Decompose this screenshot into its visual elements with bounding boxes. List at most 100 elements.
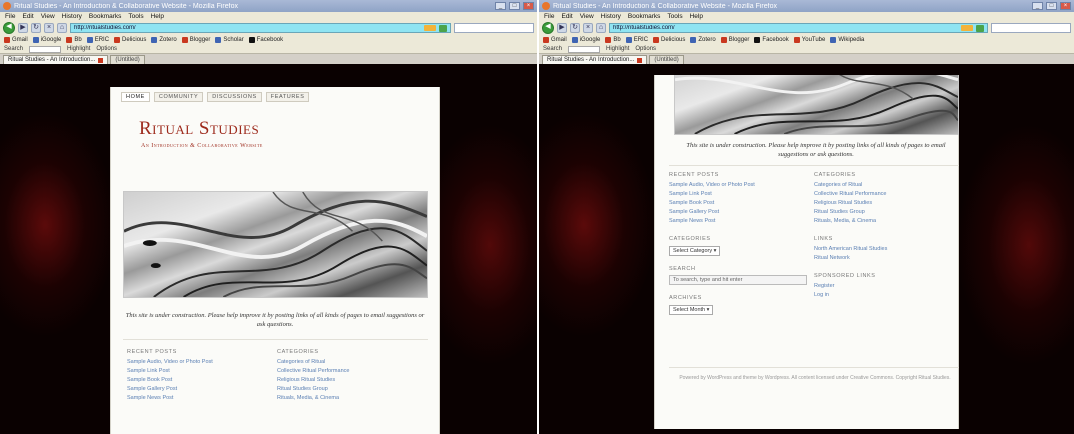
bookmark-igoogle[interactable]: iGoogle xyxy=(571,37,600,43)
minimize-button[interactable]: _ xyxy=(495,2,506,10)
search-input[interactable] xyxy=(454,23,534,33)
bookmark-youtube[interactable]: YouTube xyxy=(793,37,825,43)
forward-icon[interactable]: ▶ xyxy=(18,23,28,33)
bookmark-gmail[interactable]: Gmail xyxy=(543,37,567,43)
category-link[interactable]: Categories of Ritual xyxy=(814,181,959,190)
recent-post-link[interactable]: Sample Gallery Post xyxy=(127,385,277,394)
menu-file[interactable]: File xyxy=(544,13,554,20)
bookmark-facebook[interactable]: Facebook xyxy=(248,37,283,43)
reload-icon[interactable]: ↻ xyxy=(570,23,580,33)
address-bar[interactable]: http://ritualstudies.com/ xyxy=(70,23,451,33)
bookmark-delicious[interactable]: Delicious xyxy=(114,37,146,43)
recent-post-link[interactable]: Sample News Post xyxy=(127,394,277,403)
recent-post-link[interactable]: Sample Book Post xyxy=(127,376,277,385)
recent-post-link[interactable]: Sample Link Post xyxy=(669,190,814,199)
blogroll-link[interactable]: North American Ritual Studies xyxy=(814,245,959,254)
nav-discussions[interactable]: DISCUSSIONS xyxy=(207,92,262,102)
bookmark-gmail[interactable]: Gmail xyxy=(4,37,28,43)
bookmark-facebook[interactable]: Facebook xyxy=(754,37,789,43)
back-icon[interactable]: ◀ xyxy=(3,22,15,34)
nav-features[interactable]: FEATURES xyxy=(265,92,310,102)
rss-icon[interactable] xyxy=(961,25,973,31)
tab-untitled[interactable]: (Untitled) xyxy=(110,55,145,64)
toolbar-options[interactable]: Options xyxy=(635,46,656,52)
home-icon[interactable]: ⌂ xyxy=(57,23,67,33)
menu-edit[interactable]: Edit xyxy=(22,13,33,20)
bookmark-igoogle[interactable]: iGoogle xyxy=(32,37,61,43)
menu-bookmarks[interactable]: Bookmarks xyxy=(89,13,122,20)
site-search-input[interactable]: To search, type and hit enter xyxy=(669,275,807,285)
search-input[interactable] xyxy=(991,23,1071,33)
maximize-button[interactable]: □ xyxy=(509,2,520,10)
minimize-button[interactable]: _ xyxy=(1032,2,1043,10)
category-link[interactable]: Ritual Studies Group xyxy=(814,208,959,217)
menu-view[interactable]: View xyxy=(41,13,55,20)
forward-icon[interactable]: ▶ xyxy=(557,23,567,33)
close-button[interactable]: × xyxy=(523,2,534,10)
close-button[interactable]: × xyxy=(1060,2,1071,10)
tab-ritual-studies[interactable]: Ritual Studies - An Introduction... xyxy=(542,55,648,64)
page-viewport[interactable]: This site is under construction. Please … xyxy=(539,75,1074,434)
stop-icon[interactable]: × xyxy=(583,23,593,33)
category-link[interactable]: Religious Ritual Studies xyxy=(277,376,427,385)
category-link[interactable]: Ritual Studies Group xyxy=(277,385,427,394)
category-link[interactable]: Categories of Ritual xyxy=(277,358,427,367)
rss-icon[interactable] xyxy=(424,25,436,31)
menu-history[interactable]: History xyxy=(601,13,621,20)
bookmark-scholar[interactable]: Scholar xyxy=(215,37,244,43)
go-icon[interactable] xyxy=(976,24,984,32)
blogroll-link[interactable]: Ritual Network xyxy=(814,254,959,263)
toolbar-options[interactable]: Options xyxy=(96,46,117,52)
nav-community[interactable]: COMMUNITY xyxy=(153,92,204,102)
login-link[interactable]: Log in xyxy=(814,291,959,300)
stop-icon[interactable]: × xyxy=(44,23,54,33)
reload-icon[interactable]: ↻ xyxy=(31,23,41,33)
toolbar-search-label[interactable]: Search xyxy=(4,46,23,52)
bookmark-eric[interactable]: ERIC xyxy=(625,37,648,43)
bookmark-wikipedia[interactable]: Wikipedia xyxy=(830,37,864,43)
menu-history[interactable]: History xyxy=(62,13,82,20)
bookmark-bb[interactable]: Bb xyxy=(66,37,82,43)
menu-tools[interactable]: Tools xyxy=(128,13,143,20)
bookmark-eric[interactable]: ERIC xyxy=(86,37,109,43)
url-text[interactable]: http://ritualstudies.com/ xyxy=(613,25,958,31)
bookmark-blogger[interactable]: Blogger xyxy=(720,37,749,43)
menu-bookmarks[interactable]: Bookmarks xyxy=(628,13,661,20)
bookmark-zotero[interactable]: Zotero xyxy=(690,37,716,43)
tab-untitled[interactable]: (Untitled) xyxy=(649,55,684,64)
toolbar-search-label[interactable]: Search xyxy=(543,46,562,52)
home-icon[interactable]: ⌂ xyxy=(596,23,606,33)
category-select[interactable]: Select Category ▾ xyxy=(669,246,721,256)
url-text[interactable]: http://ritualstudies.com/ xyxy=(74,25,421,31)
menu-help[interactable]: Help xyxy=(151,13,164,20)
site-title[interactable]: Ritual Studies xyxy=(111,102,439,140)
recent-post-link[interactable]: Sample Gallery Post xyxy=(669,208,814,217)
nav-home[interactable]: HOME xyxy=(121,92,150,102)
menu-tools[interactable]: Tools xyxy=(667,13,682,20)
category-link[interactable]: Rituals, Media, & Cinema xyxy=(277,394,427,403)
recent-post-link[interactable]: Sample Audio, Video or Photo Post xyxy=(669,181,814,190)
menu-view[interactable]: View xyxy=(580,13,594,20)
tab-close-icon[interactable] xyxy=(98,57,104,63)
bookmark-bb[interactable]: Bb xyxy=(605,37,621,43)
archives-select[interactable]: Select Month ▾ xyxy=(669,305,714,315)
register-link[interactable]: Register xyxy=(814,282,959,291)
category-link[interactable]: Religious Ritual Studies xyxy=(814,199,959,208)
menu-edit[interactable]: Edit xyxy=(561,13,572,20)
recent-post-link[interactable]: Sample News Post xyxy=(669,217,814,226)
bookmark-zotero[interactable]: Zotero xyxy=(151,37,177,43)
page-viewport[interactable]: HOME COMMUNITY DISCUSSIONS FEATURES Ritu… xyxy=(0,75,537,434)
toolbar-search-input[interactable] xyxy=(568,45,601,53)
toolbar-highlight[interactable]: Highlight xyxy=(67,46,90,52)
address-bar[interactable]: http://ritualstudies.com/ xyxy=(609,23,988,33)
recent-post-link[interactable]: Sample Book Post xyxy=(669,199,814,208)
maximize-button[interactable]: □ xyxy=(1046,2,1057,10)
tab-ritual-studies[interactable]: Ritual Studies - An Introduction... xyxy=(3,55,109,64)
tab-close-icon[interactable] xyxy=(637,57,643,63)
toolbar-search-input[interactable] xyxy=(29,45,62,53)
menu-file[interactable]: File xyxy=(5,13,15,20)
category-link[interactable]: Rituals, Media, & Cinema xyxy=(814,217,959,226)
toolbar-highlight[interactable]: Highlight xyxy=(606,46,629,52)
back-icon[interactable]: ◀ xyxy=(542,22,554,34)
go-icon[interactable] xyxy=(439,24,447,32)
